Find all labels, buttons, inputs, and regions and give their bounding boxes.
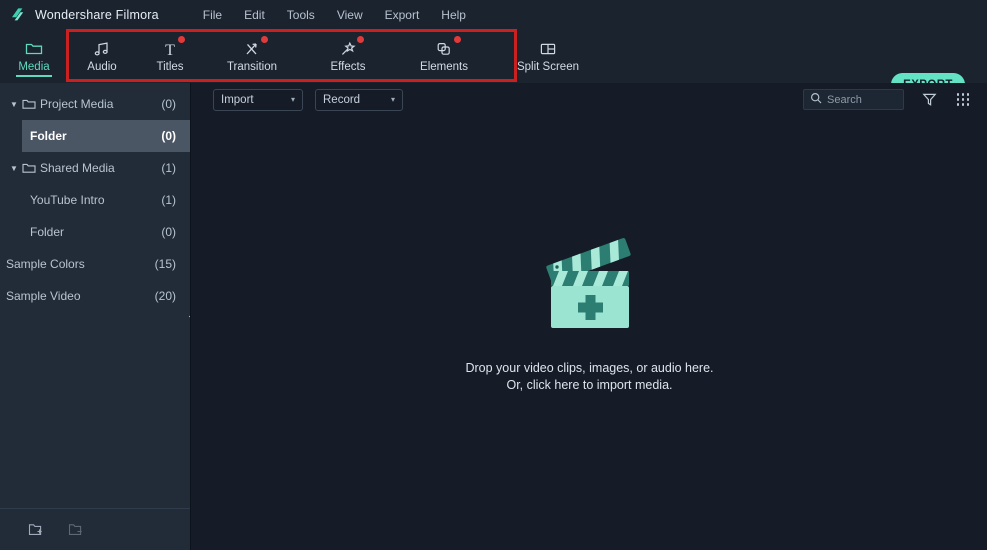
magic-wand-icon bbox=[339, 39, 357, 58]
menu-item-edit[interactable]: Edit bbox=[244, 8, 265, 22]
import-label: Import bbox=[221, 93, 254, 106]
sidebar-item-sample-video[interactable]: Sample Video (20) bbox=[0, 280, 190, 312]
chevron-down-icon[interactable]: ▾ bbox=[391, 95, 395, 104]
tab-badge-elements bbox=[454, 36, 461, 43]
text-t-icon: T bbox=[161, 39, 179, 58]
media-library-sidebar: ▼ Project Media (0) Folder (0) ▼ Shared … bbox=[0, 83, 190, 550]
remove-folder-icon[interactable] bbox=[56, 515, 96, 545]
filmora-window: Wondershare Filmora File Edit Tools View… bbox=[0, 0, 987, 550]
sidebar-item-folder[interactable]: Folder (0) bbox=[0, 216, 190, 248]
media-panel: Import ▾ Record ▾ Search Drop your video… bbox=[190, 83, 987, 550]
import-button[interactable]: Import ▾ bbox=[213, 88, 303, 111]
active-tab-underline bbox=[16, 75, 52, 77]
sidebar-label: Folder bbox=[30, 225, 65, 239]
sidebar-item-shared-media[interactable]: ▼ Shared Media (1) bbox=[0, 152, 190, 184]
menu-item-tools[interactable]: Tools bbox=[287, 8, 315, 22]
dropzone-line-2: Or, click here to import media. bbox=[506, 378, 673, 392]
search-box[interactable] bbox=[803, 89, 904, 110]
tab-label-titles: Titles bbox=[156, 61, 184, 73]
title-bar: Wondershare Filmora File Edit Tools View… bbox=[0, 0, 987, 29]
dropzone-line-1: Drop your video clips, images, or audio … bbox=[465, 361, 714, 375]
media-toolbar: Import ▾ Record ▾ bbox=[191, 83, 987, 116]
tab-label-audio: Audio bbox=[87, 61, 117, 73]
chevron-down-icon[interactable]: ▼ bbox=[6, 100, 22, 109]
grid-view-icon[interactable] bbox=[954, 91, 972, 109]
media-folder-tree: ▼ Project Media (0) Folder (0) ▼ Shared … bbox=[0, 83, 190, 312]
sidebar-item-project-media[interactable]: ▼ Project Media (0) bbox=[0, 88, 190, 120]
music-note-icon bbox=[93, 39, 111, 58]
tab-bar: Media Audio T Titles Transition Effects … bbox=[0, 29, 987, 96]
sidebar-label: YouTube Intro bbox=[30, 193, 105, 207]
tab-label-transition: Transition bbox=[226, 61, 278, 73]
sidebar-count: (0) bbox=[161, 225, 176, 239]
dropzone-text: Drop your video clips, images, or audio … bbox=[465, 360, 713, 394]
sidebar-label: Sample Colors bbox=[6, 257, 85, 271]
media-toolbar-right bbox=[803, 83, 972, 116]
chevron-down-icon[interactable]: ▾ bbox=[291, 95, 295, 104]
media-dropzone[interactable]: Drop your video clips, images, or audio … bbox=[191, 116, 987, 550]
sidebar-item-sample-colors[interactable]: Sample Colors (15) bbox=[0, 248, 190, 280]
tab-label-media: Media bbox=[18, 61, 50, 73]
filter-funnel-icon[interactable] bbox=[920, 91, 938, 109]
sidebar-count: (20) bbox=[154, 289, 176, 303]
folder-icon bbox=[22, 162, 40, 174]
sidebar-label: Sample Video bbox=[6, 289, 81, 303]
menu-item-file[interactable]: File bbox=[203, 8, 222, 22]
tab-label-elements: Elements bbox=[420, 61, 468, 73]
tab-elements[interactable]: Elements bbox=[396, 29, 492, 83]
tab-label-split-screen: Split Screen bbox=[516, 61, 579, 73]
tab-titles[interactable]: T Titles bbox=[136, 29, 204, 83]
tab-media[interactable]: Media bbox=[0, 29, 68, 83]
clapperboard-add-icon bbox=[542, 231, 638, 338]
stacked-squares-icon bbox=[435, 39, 453, 58]
tab-audio[interactable]: Audio bbox=[68, 29, 136, 83]
sidebar-item-youtube-intro[interactable]: YouTube Intro (1) bbox=[0, 184, 190, 216]
folder-icon bbox=[22, 98, 40, 110]
sidebar-count: (1) bbox=[161, 193, 176, 207]
add-folder-icon[interactable] bbox=[16, 515, 56, 545]
search-input[interactable] bbox=[827, 93, 897, 106]
sidebar-count: (0) bbox=[161, 129, 176, 143]
record-button[interactable]: Record ▾ bbox=[315, 88, 403, 111]
transition-arrows-icon bbox=[243, 39, 261, 58]
menu-item-export[interactable]: Export bbox=[385, 8, 420, 22]
menu-item-view[interactable]: View bbox=[337, 8, 363, 22]
svg-text:T: T bbox=[165, 42, 175, 57]
sidebar-item-folder-selected[interactable]: Folder (0) bbox=[22, 120, 190, 152]
record-label: Record bbox=[323, 93, 361, 106]
tab-badge-effects bbox=[357, 36, 364, 43]
tab-effects[interactable]: Effects bbox=[300, 29, 396, 83]
tab-list: Media Audio T Titles Transition Effects … bbox=[0, 29, 604, 83]
sidebar-count: (1) bbox=[161, 161, 176, 175]
tab-badge-titles bbox=[178, 36, 185, 43]
menu-item-help[interactable]: Help bbox=[441, 8, 466, 22]
chevron-down-icon[interactable]: ▼ bbox=[6, 164, 22, 173]
tab-transition[interactable]: Transition bbox=[204, 29, 300, 83]
menu-bar: File Edit Tools View Export Help bbox=[203, 8, 466, 22]
folder-icon bbox=[25, 39, 43, 58]
tab-label-effects: Effects bbox=[330, 61, 366, 73]
search-icon bbox=[810, 91, 822, 109]
sidebar-footer bbox=[0, 508, 190, 550]
sidebar-label: Shared Media bbox=[40, 161, 115, 175]
split-screen-icon bbox=[539, 39, 557, 58]
sidebar-count: (15) bbox=[154, 257, 176, 271]
app-logo: Wondershare Filmora bbox=[0, 6, 159, 23]
tab-split-screen[interactable]: Split Screen bbox=[492, 29, 604, 83]
sidebar-label: Project Media bbox=[40, 97, 114, 111]
app-title: Wondershare Filmora bbox=[35, 7, 159, 22]
sidebar-count: (0) bbox=[161, 97, 176, 111]
sidebar-label: Folder bbox=[30, 129, 67, 143]
tab-badge-transition bbox=[261, 36, 268, 43]
filmora-logo-icon bbox=[9, 6, 26, 23]
